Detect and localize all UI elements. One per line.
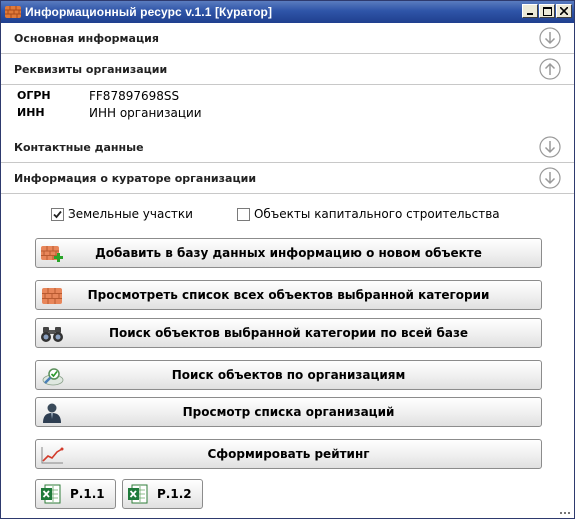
excel-icon — [41, 484, 61, 504]
add-object-button[interactable]: Добавить в базу данных информацию о ново… — [35, 238, 542, 268]
ogrn-label: ОГРН — [17, 89, 51, 102]
search-objects-database-label: Поиск объектов выбранной категории по вс… — [108, 326, 469, 340]
close-icon — [560, 7, 568, 15]
report-r12-label: Р.1.2 — [157, 487, 192, 501]
report-r11-button[interactable]: Р.1.1 — [35, 479, 116, 509]
add-brick-icon — [41, 246, 63, 262]
report-r11-label: Р.1.1 — [70, 487, 105, 501]
section-contacts[interactable]: Контактные данные — [1, 133, 574, 163]
brick-icon — [42, 288, 62, 304]
view-organizations-label: Просмотр списка организаций — [182, 405, 395, 419]
section-requisites[interactable]: Реквизиты организации — [1, 55, 574, 85]
maximize-button[interactable] — [539, 4, 555, 18]
minimize-icon — [527, 13, 533, 15]
resize-grip-icon[interactable] — [560, 511, 570, 515]
excel-icon — [128, 484, 148, 504]
collapse-up-icon[interactable] — [539, 58, 561, 80]
checkbox-checked[interactable] — [51, 207, 64, 221]
report-r12-button[interactable]: Р.1.2 — [122, 479, 203, 509]
section-curator-info[interactable]: Информация о кураторе организации — [1, 164, 574, 194]
expand-down-icon[interactable] — [539, 27, 561, 49]
requisite-row-ogrn: ОГРН FF87897698SS — [17, 87, 202, 104]
land-plots-label: Земельные участки — [68, 207, 193, 221]
category-checkboxes: Земельные участки Объекты капитального с… — [51, 207, 500, 221]
generate-rating-button[interactable]: Сформировать рейтинг — [35, 439, 542, 469]
generate-rating-label: Сформировать рейтинг — [207, 447, 370, 461]
search-objects-database-button[interactable]: Поиск объектов выбранной категории по вс… — [35, 318, 542, 348]
section-main-info[interactable]: Основная информация — [1, 24, 574, 54]
add-object-label: Добавить в базу данных информацию о ново… — [95, 246, 482, 260]
capital-construction-label: Объекты капитального строительства — [253, 207, 500, 221]
inn-value: ИНН организации — [89, 105, 202, 120]
binoculars-icon — [41, 327, 63, 342]
land-plots-checkbox[interactable]: Земельные участки — [51, 207, 193, 221]
chart-icon — [41, 447, 64, 464]
app-brick-icon — [5, 6, 21, 18]
maximize-icon — [542, 6, 552, 16]
capital-construction-checkbox[interactable]: Объекты капитального строительства — [236, 207, 500, 221]
expand-down-icon[interactable] — [539, 167, 561, 189]
expand-down-icon[interactable] — [539, 136, 561, 158]
window-title: Информационный ресурс v.1.1 [Куратор] — [25, 5, 273, 19]
search-by-organizations-label: Поиск объектов по организациям — [171, 368, 406, 382]
section-requisites-label: Реквизиты организации — [14, 63, 168, 76]
app-window: Информационный ресурс v.1.1 [Куратор] Ос… — [0, 0, 575, 519]
section-curator-info-label: Информация о кураторе организации — [14, 172, 257, 185]
ogrn-value: FF87897698SS — [89, 88, 180, 103]
search-organizations-icon — [42, 368, 64, 386]
requisite-row-inn: ИНН ИНН организации — [17, 104, 202, 121]
view-all-objects-label: Просмотреть список всех объектов выбранн… — [87, 288, 490, 302]
check-mark-icon — [53, 210, 62, 218]
checkbox-unchecked[interactable] — [236, 207, 250, 221]
minimize-button[interactable] — [522, 4, 538, 18]
view-all-objects-button[interactable]: Просмотреть список всех объектов выбранн… — [35, 280, 542, 310]
search-by-organizations-button[interactable]: Поиск объектов по организациям — [35, 360, 542, 390]
close-button[interactable] — [556, 4, 572, 18]
inn-label: ИНН — [17, 106, 45, 119]
section-contacts-label: Контактные данные — [14, 141, 144, 154]
person-icon — [43, 403, 61, 423]
view-organizations-button[interactable]: Просмотр списка организаций — [35, 397, 542, 427]
title-bar[interactable]: Информационный ресурс v.1.1 [Куратор] — [1, 1, 574, 23]
requisites-panel: ОГРН FF87897698SS ИНН ИНН организации — [17, 87, 202, 121]
section-main-info-label: Основная информация — [14, 32, 159, 45]
